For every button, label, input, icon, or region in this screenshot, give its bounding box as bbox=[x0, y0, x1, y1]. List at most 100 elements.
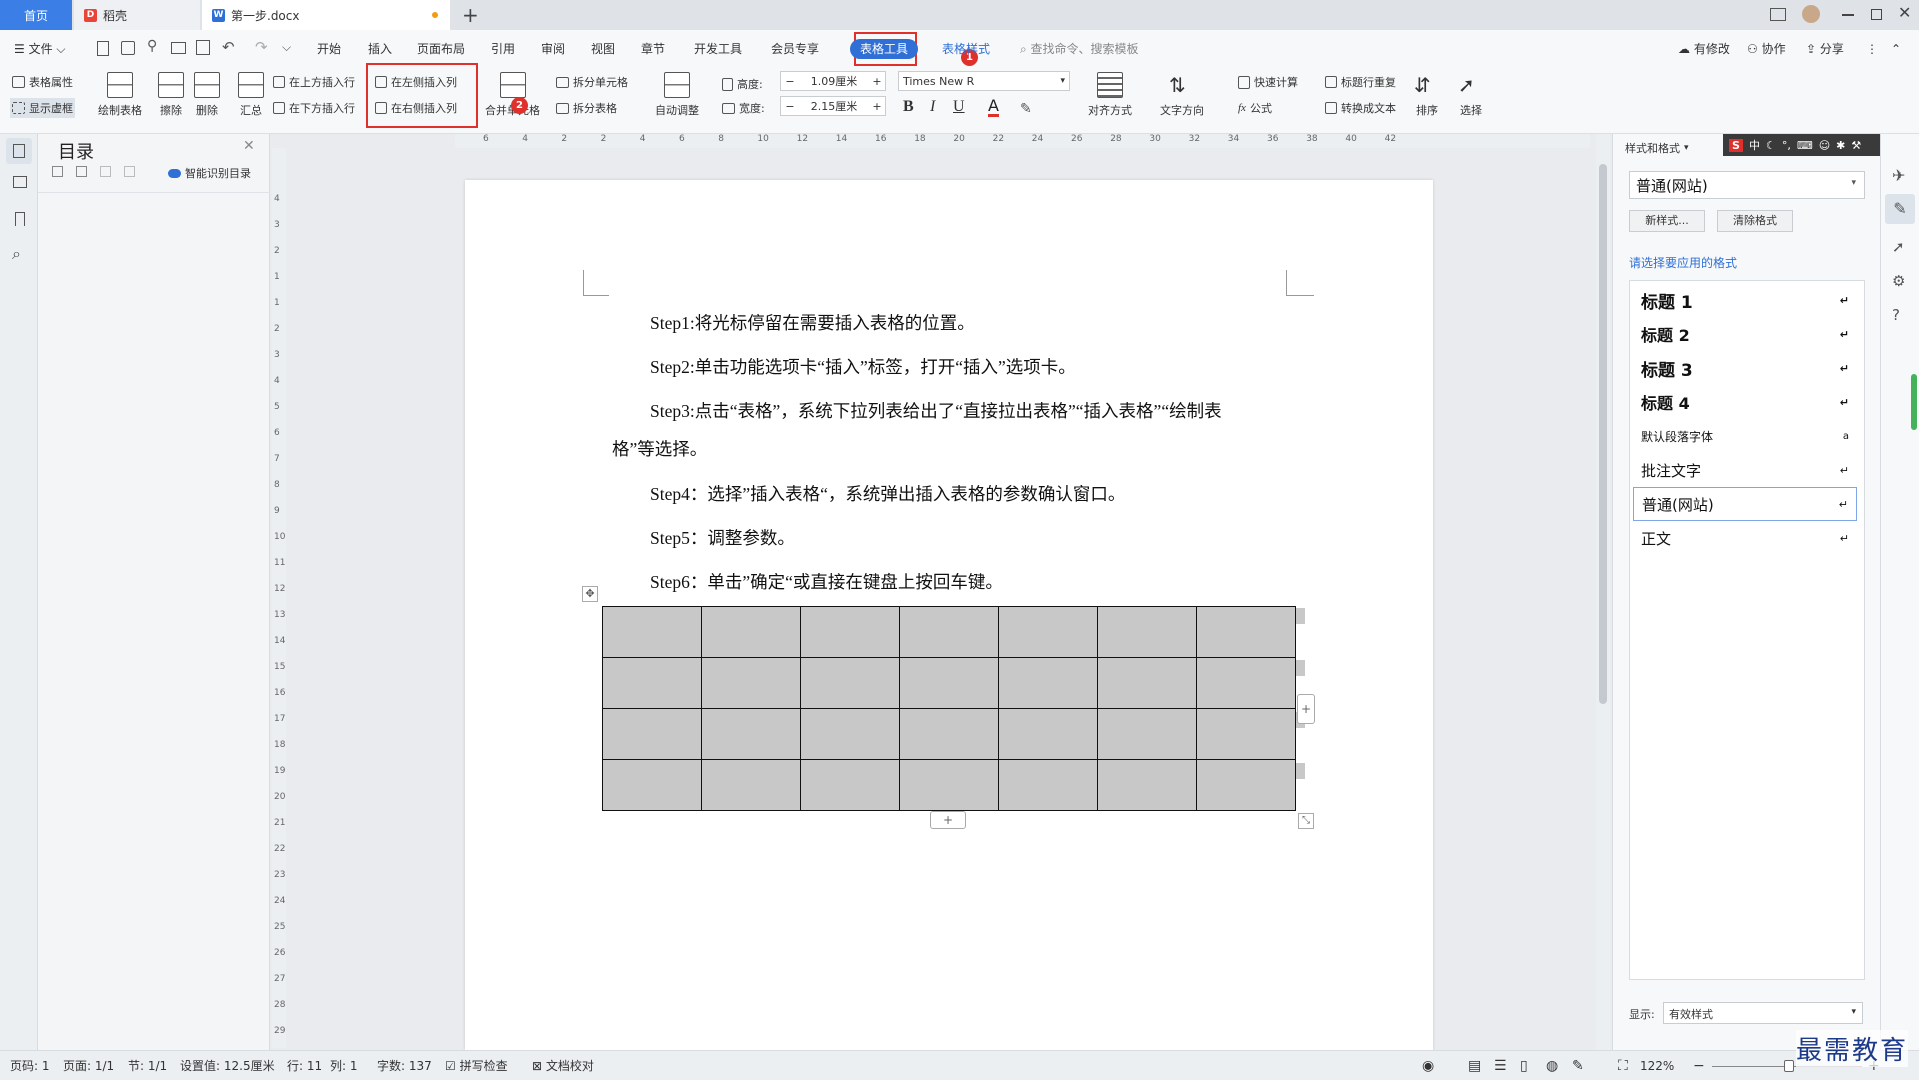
doc-paragraph[interactable]: 格”等选择。 bbox=[612, 436, 707, 461]
doc-paragraph[interactable]: Step1:将光标停留在需要插入表格的位置。 bbox=[650, 310, 975, 335]
insert-row-above-button[interactable]: 在上方插入行 bbox=[273, 74, 355, 90]
table-cell[interactable] bbox=[1196, 708, 1296, 760]
table-props-button[interactable]: 表格属性 bbox=[12, 74, 73, 90]
insert-col-left-button[interactable]: 在左侧插入列 bbox=[375, 74, 457, 90]
table-cell[interactable] bbox=[1097, 657, 1197, 709]
rocket-icon[interactable]: ✈ bbox=[1892, 166, 1905, 185]
table-cell[interactable] bbox=[899, 759, 999, 811]
toc-collapse-icon[interactable] bbox=[76, 166, 87, 177]
status-words[interactable]: 字数: 137 bbox=[377, 1051, 432, 1080]
page-view-icon[interactable]: ▤ bbox=[1468, 1051, 1481, 1080]
add-column-button[interactable]: + bbox=[1297, 694, 1315, 724]
table-cell[interactable] bbox=[899, 657, 999, 709]
add-row-button[interactable]: + bbox=[930, 811, 966, 829]
row-handle[interactable] bbox=[1296, 608, 1305, 624]
align-button[interactable]: 对齐方式 bbox=[1088, 72, 1132, 118]
new-doc-icon[interactable] bbox=[97, 41, 109, 56]
save-icon[interactable] bbox=[121, 41, 135, 55]
table-cell[interactable] bbox=[602, 759, 702, 811]
table-cell[interactable] bbox=[899, 708, 999, 760]
to-text-button[interactable]: 转换成文本 bbox=[1325, 100, 1396, 116]
height-plus[interactable]: + bbox=[869, 75, 885, 88]
chapter-nav-icon[interactable] bbox=[13, 176, 27, 188]
font-color-button[interactable]: A bbox=[988, 98, 999, 117]
collab-button[interactable]: ⚇ 协作 bbox=[1747, 30, 1786, 68]
clear-format-button[interactable]: 清除格式 bbox=[1717, 210, 1793, 232]
modified-button[interactable]: ☁ 有修改 bbox=[1678, 30, 1730, 68]
height-value[interactable]: 1.09厘米 bbox=[799, 73, 869, 89]
height-minus[interactable]: − bbox=[781, 75, 799, 88]
width-stepper[interactable]: −2.15厘米 + bbox=[780, 96, 886, 116]
scroll-thumb[interactable] bbox=[1599, 164, 1607, 704]
table-cell[interactable] bbox=[998, 606, 1098, 658]
row-handle[interactable] bbox=[1296, 763, 1305, 779]
style-panel-header[interactable]: 样式和格式 ▾ bbox=[1625, 140, 1689, 156]
doc-paragraph[interactable]: Step6：单击”确定“或直接在键盘上按回车键。 bbox=[650, 569, 1003, 594]
quick-calc-button[interactable]: 快速计算 bbox=[1238, 74, 1298, 90]
doc-paragraph[interactable]: Step2:单击功能选项卡“插入”标签，打开“插入”选项卡。 bbox=[650, 354, 1076, 379]
more-icon[interactable]: ⋮ bbox=[1866, 30, 1878, 68]
read-view-icon[interactable]: ▯ bbox=[1520, 1051, 1528, 1080]
height-stepper[interactable]: −1.09厘米 + bbox=[780, 71, 886, 91]
style-item-heading2[interactable]: 标题 2 ↵ bbox=[1633, 317, 1857, 351]
doc-paragraph[interactable]: Step4：选择”插入表格“，系统弹出插入表格的参数确认窗口。 bbox=[650, 481, 1125, 506]
tab-start[interactable]: 开始 bbox=[317, 30, 341, 68]
format-painter-icon[interactable]: ⚲ bbox=[147, 38, 157, 54]
table-cell[interactable] bbox=[998, 708, 1098, 760]
current-style-select[interactable]: 普通(网站) ▾ bbox=[1629, 171, 1865, 199]
style-item-body[interactable]: 正文 ↵ bbox=[1633, 521, 1857, 555]
tab-view[interactable]: 视图 bbox=[591, 30, 615, 68]
tab-table-style[interactable]: 表格样式 bbox=[942, 30, 990, 68]
zoom-level[interactable]: 122% bbox=[1640, 1051, 1674, 1080]
print-preview-icon[interactable] bbox=[196, 40, 210, 55]
tab-document[interactable]: W 第一步.docx bbox=[202, 0, 450, 30]
auto-adjust-button[interactable]: 自动调整 bbox=[655, 72, 699, 118]
table-cell[interactable] bbox=[602, 657, 702, 709]
collapse-ribbon-icon[interactable]: ⌃ bbox=[1891, 30, 1901, 68]
fit-page-icon[interactable]: ⛶ bbox=[1618, 1051, 1628, 1080]
tab-daoke[interactable]: D 稻壳 bbox=[74, 0, 200, 30]
web-view-icon[interactable]: ◍ bbox=[1546, 1051, 1558, 1080]
table-cell[interactable] bbox=[701, 606, 801, 658]
style-item-heading1[interactable]: 标题 1 ↵ bbox=[1633, 283, 1857, 317]
print-icon[interactable] bbox=[171, 42, 186, 54]
table-cell[interactable] bbox=[1097, 759, 1197, 811]
vertical-scrollbar[interactable] bbox=[1596, 134, 1610, 1050]
share-button[interactable]: ⇪ 分享 bbox=[1806, 30, 1844, 68]
new-tab-button[interactable]: + bbox=[462, 3, 479, 27]
style-item-default-font[interactable]: 默认段落字体 a bbox=[1633, 419, 1857, 453]
doc-paragraph[interactable]: Step3:点击“表格”，系统下拉列表给出了“直接拉出表格”“插入表格”“绘制表 bbox=[650, 398, 1222, 423]
table-cell[interactable] bbox=[602, 708, 702, 760]
split-table-button[interactable]: 拆分表格 bbox=[556, 100, 617, 116]
style-pen-icon[interactable]: ✎ bbox=[1885, 194, 1915, 224]
table-cell[interactable] bbox=[800, 606, 900, 658]
table-cell[interactable] bbox=[701, 657, 801, 709]
erase-button[interactable]: 擦除 bbox=[158, 72, 184, 118]
delete-button[interactable]: 删除 bbox=[194, 72, 220, 118]
document-table[interactable] bbox=[602, 606, 1296, 811]
style-item-heading3[interactable]: 标题 3 ↵ bbox=[1633, 351, 1857, 385]
table-cell[interactable] bbox=[899, 606, 999, 658]
show-grid-button[interactable]: 显示虚框 bbox=[10, 98, 75, 118]
table-cell[interactable] bbox=[1196, 657, 1296, 709]
tab-references[interactable]: 引用 bbox=[491, 30, 515, 68]
tab-member[interactable]: 会员专享 bbox=[771, 30, 819, 68]
close-window-icon[interactable]: ✕ bbox=[1898, 3, 1911, 22]
draw-table-button[interactable]: 绘制表格 bbox=[98, 72, 142, 118]
doc-paragraph[interactable]: Step5：调整参数。 bbox=[650, 525, 795, 550]
table-cell[interactable] bbox=[602, 606, 702, 658]
bold-button[interactable]: B bbox=[903, 98, 914, 116]
new-style-button[interactable]: 新样式... bbox=[1629, 210, 1705, 232]
insert-col-right-button[interactable]: 在右侧插入列 bbox=[375, 100, 457, 116]
redo-icon[interactable]: ↷ bbox=[255, 38, 268, 56]
table-resize-handle-icon[interactable]: ⤡ bbox=[1298, 813, 1314, 829]
toc-add-icon[interactable] bbox=[100, 166, 111, 177]
table-move-handle-icon[interactable]: ✥ bbox=[582, 586, 598, 602]
select-pointer-icon[interactable]: ➚ bbox=[1892, 238, 1905, 256]
width-plus[interactable]: + bbox=[869, 100, 885, 113]
repeat-title-button[interactable]: 标题行重复 bbox=[1325, 74, 1396, 90]
table-cell[interactable] bbox=[998, 657, 1098, 709]
undo-icon[interactable]: ↶ bbox=[222, 38, 235, 56]
row-handle[interactable] bbox=[1296, 660, 1305, 676]
table-cell[interactable] bbox=[701, 759, 801, 811]
